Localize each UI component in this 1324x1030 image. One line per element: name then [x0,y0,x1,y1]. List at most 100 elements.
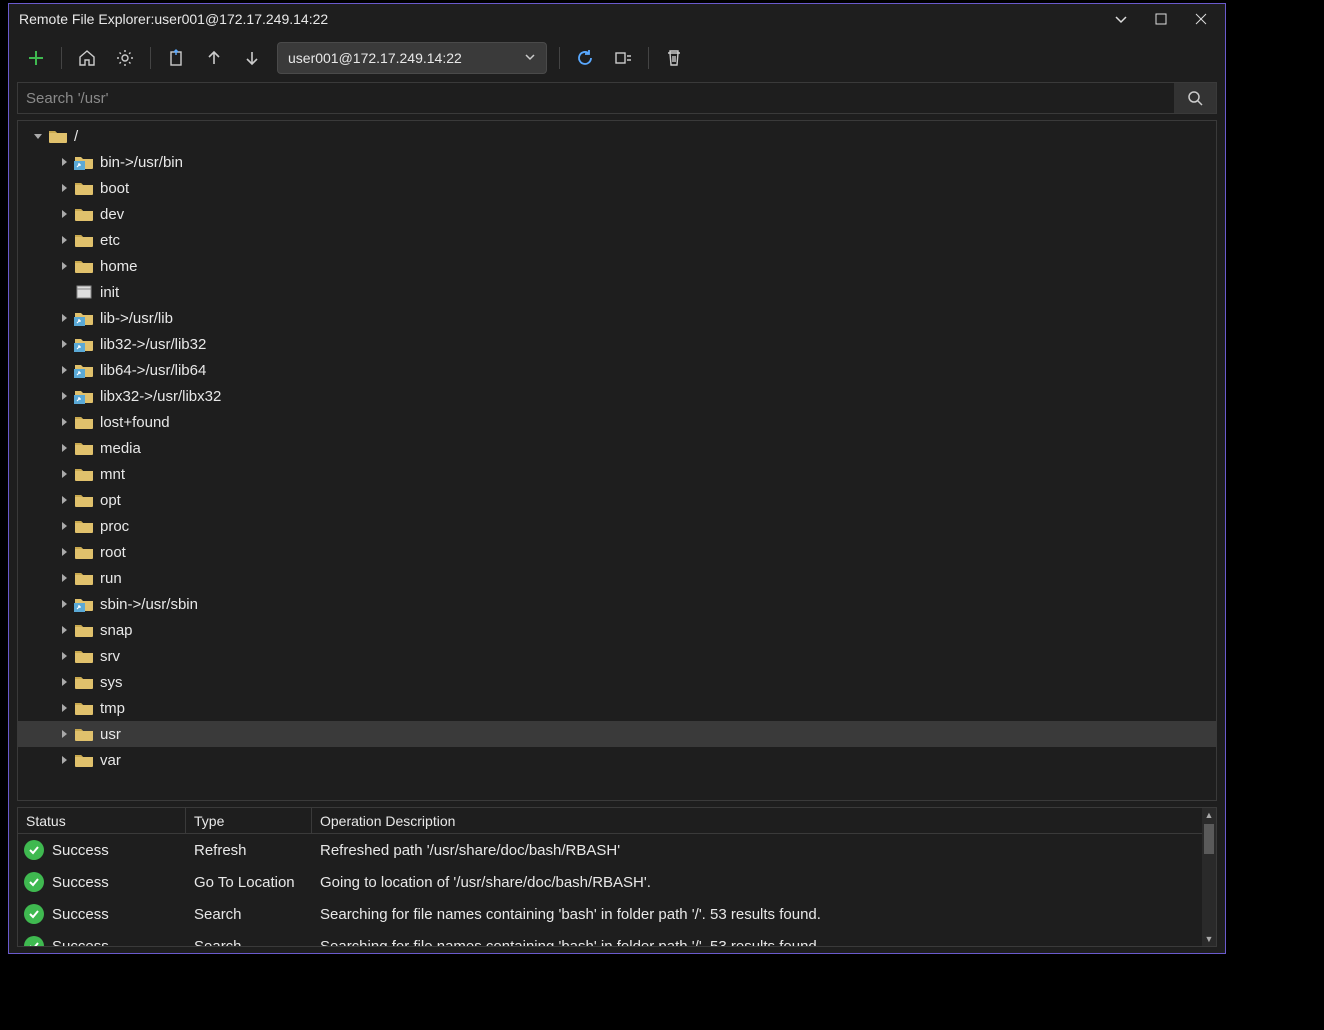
status-row[interactable]: SuccessSearchSearching for file names co… [18,930,1216,946]
expander-collapsed-icon[interactable] [58,702,70,714]
tree-item[interactable]: init [18,279,1216,305]
address-dropdown[interactable]: user001@172.17.249.14:22 [277,42,547,74]
tree-item[interactable]: proc [18,513,1216,539]
tree-item-label: sys [100,674,123,691]
plus-icon [27,49,45,67]
expander-collapsed-icon[interactable] [58,598,70,610]
folder-icon [74,674,94,690]
tree-item[interactable]: var [18,747,1216,773]
tree-item[interactable]: snap [18,617,1216,643]
tree-item[interactable]: media [18,435,1216,461]
tree-item-label: lib32->/usr/lib32 [100,336,206,353]
close-button[interactable] [1181,5,1221,33]
expander-collapsed-icon[interactable] [58,572,70,584]
tree-item-label: media [100,440,141,457]
separator [648,47,649,69]
expander-collapsed-icon[interactable] [58,676,70,688]
tree-item[interactable]: home [18,253,1216,279]
file-tree[interactable]: /bin->/usr/binboot dev etc home initlib->/us… [17,120,1217,801]
trash-icon [665,48,683,68]
delete-button[interactable] [655,40,693,76]
maximize-button[interactable] [1141,5,1181,33]
tree-item-root[interactable]: / [18,123,1216,149]
settings-button[interactable] [106,40,144,76]
tree-item[interactable]: dev [18,201,1216,227]
status-text: Success [52,938,109,947]
expander-expanded-icon[interactable] [32,130,44,142]
expander-collapsed-icon[interactable] [58,156,70,168]
minimize-button[interactable] [1101,5,1141,33]
tree-item-label: home [100,258,138,275]
expander-collapsed-icon[interactable] [58,312,70,324]
tree-item[interactable]: run [18,565,1216,591]
expander-collapsed-icon[interactable] [58,208,70,220]
status-row[interactable]: SuccessGo To LocationGoing to location o… [18,866,1216,898]
expander-collapsed-icon[interactable] [58,520,70,532]
search-input[interactable] [18,83,1174,113]
tree-item-label: proc [100,518,129,535]
window-controls [1101,5,1221,33]
new-button[interactable] [17,40,55,76]
expander-collapsed-icon[interactable] [58,624,70,636]
search-icon [1187,90,1203,106]
expander-collapsed-icon[interactable] [58,260,70,272]
file-arrow-icon [166,48,186,68]
expander-collapsed-icon[interactable] [58,364,70,376]
tree-item-label: opt [100,492,121,509]
expander-collapsed-icon[interactable] [58,338,70,350]
status-panel: Status Type Operation Description Succes… [17,807,1217,947]
titlebar: Remote File Explorer:user001@172.17.249.… [9,4,1225,34]
tree-item[interactable]: boot [18,175,1216,201]
expander-collapsed-icon[interactable] [58,390,70,402]
expander-collapsed-icon[interactable] [58,728,70,740]
tree-item[interactable]: lib64->/usr/lib64 [18,357,1216,383]
expander-collapsed-icon[interactable] [58,546,70,558]
upload-button[interactable] [195,40,233,76]
tree-item[interactable]: lib32->/usr/lib32 [18,331,1216,357]
folder-icon [74,544,94,560]
header-description[interactable]: Operation Description [312,808,1216,833]
home-button[interactable] [68,40,106,76]
status-row[interactable]: SuccessRefreshRefreshed path '/usr/share… [18,834,1216,866]
tree-item[interactable]: usr [18,721,1216,747]
download-button[interactable] [233,40,271,76]
refresh-button[interactable] [566,40,604,76]
tree-item-label: dev [100,206,124,223]
tree-item[interactable]: tmp [18,695,1216,721]
expander-collapsed-icon[interactable] [58,442,70,454]
header-status[interactable]: Status [18,808,186,833]
expander-collapsed-icon[interactable] [58,234,70,246]
search-button[interactable] [1174,83,1216,113]
open-file-button[interactable] [157,40,195,76]
scrollbar[interactable]: ▲ ▼ [1202,808,1216,946]
tree-item[interactable]: etc [18,227,1216,253]
status-row[interactable]: SuccessSearchSearching for file names co… [18,898,1216,930]
expander-collapsed-icon[interactable] [58,182,70,194]
expander-collapsed-icon[interactable] [58,650,70,662]
tree-item[interactable]: sys [18,669,1216,695]
folder-link-icon [74,596,94,612]
tree-item[interactable]: libx32->/usr/libx32 [18,383,1216,409]
tree-item[interactable]: mnt [18,461,1216,487]
tree-item[interactable]: lost+found [18,409,1216,435]
expander-collapsed-icon[interactable] [58,754,70,766]
searchbar [17,82,1217,114]
status-description: Searching for file names containing 'bas… [312,906,1216,923]
scroll-up-icon[interactable]: ▲ [1202,808,1216,822]
scroll-thumb[interactable] [1204,824,1214,854]
tree-item[interactable]: srv [18,643,1216,669]
status-type: Go To Location [186,874,312,891]
tree-item[interactable]: bin->/usr/bin [18,149,1216,175]
tree-item[interactable]: opt [18,487,1216,513]
expander-collapsed-icon[interactable] [58,468,70,480]
tree-item[interactable]: root [18,539,1216,565]
folder-icon [74,518,94,534]
separator [559,47,560,69]
tree-item[interactable]: sbin->/usr/sbin [18,591,1216,617]
expander-collapsed-icon[interactable] [58,494,70,506]
tree-item[interactable]: lib->/usr/lib [18,305,1216,331]
scroll-down-icon[interactable]: ▼ [1202,932,1216,946]
terminal-button[interactable] [604,40,642,76]
expander-collapsed-icon[interactable] [58,416,70,428]
header-type[interactable]: Type [186,808,312,833]
